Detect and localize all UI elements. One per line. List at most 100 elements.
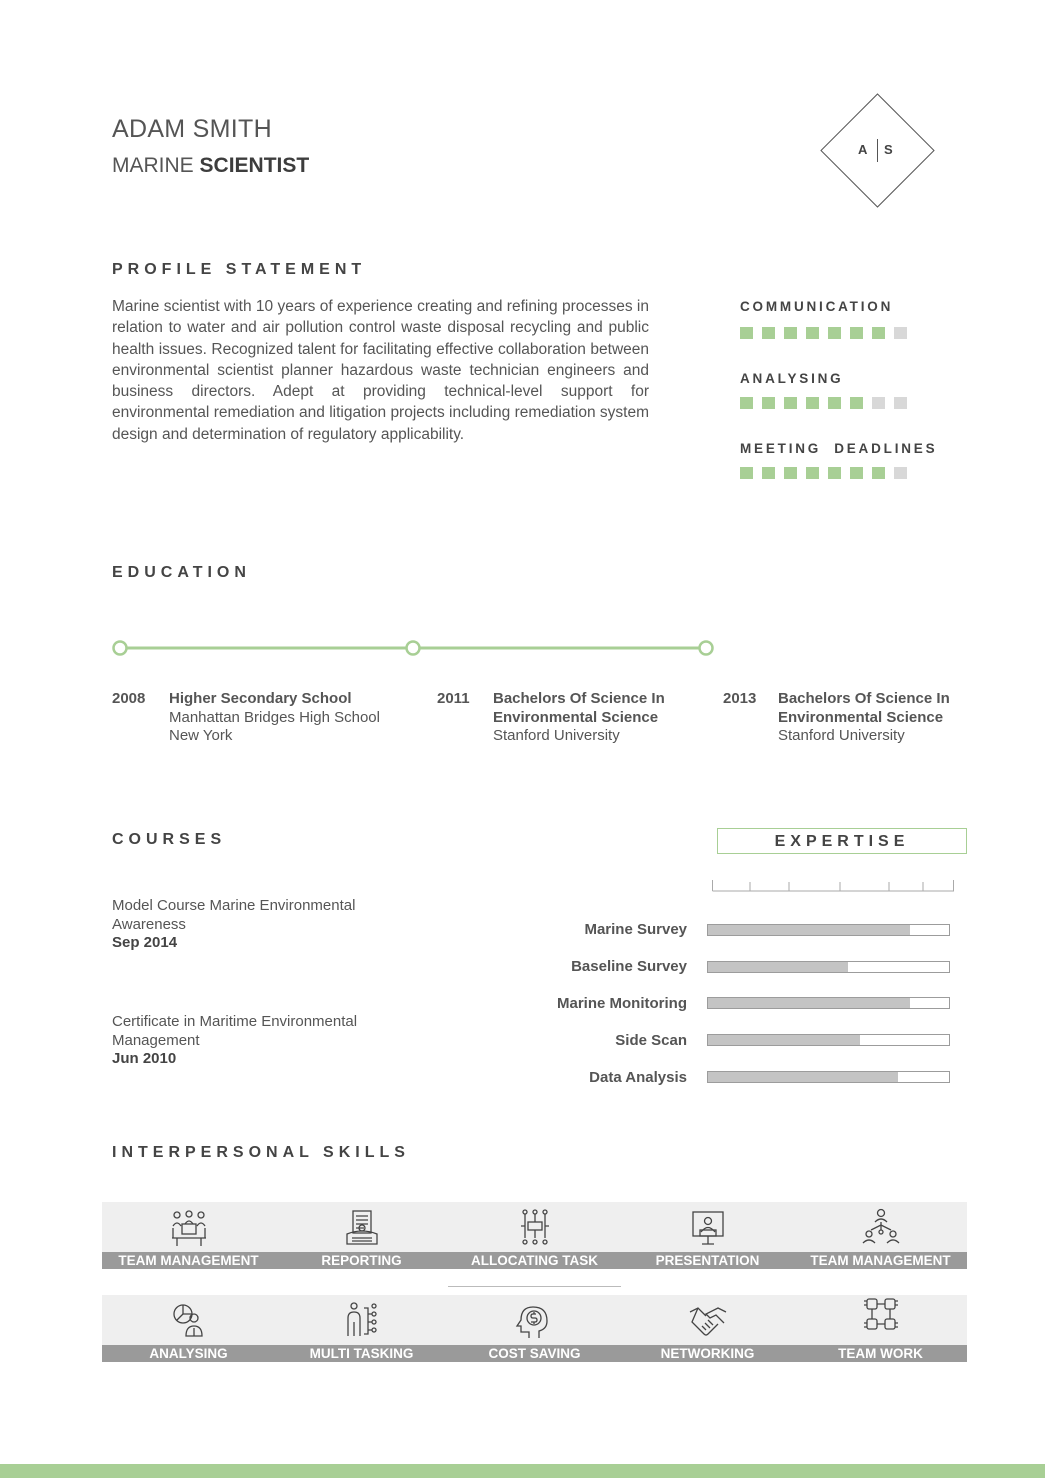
ip-label: COST SAVING — [488, 1346, 581, 1361]
expertise-bar — [707, 961, 950, 973]
edu-title: Higher Secondary School — [169, 690, 352, 707]
expertise-bar — [707, 924, 950, 936]
expertise-bar — [707, 1071, 950, 1083]
job-title-light: MARINE — [112, 154, 194, 177]
dollar-head-icon — [448, 1300, 621, 1345]
edu-year: 2013 — [723, 690, 757, 707]
timeline-node — [405, 640, 421, 656]
skill-dot-filled — [850, 467, 863, 479]
monogram-diamond: A S — [820, 93, 935, 208]
expertise-label: Marine Survey — [584, 921, 687, 938]
interpersonal-band-2: ANALYSING MULTI TASKING COST SAVING NETW… — [102, 1345, 967, 1362]
course-item: Certificate in Maritime Environmental Ma… — [112, 1013, 357, 1069]
edu-location: New York — [169, 727, 233, 744]
divider — [448, 1286, 621, 1287]
skill-meeting-deadlines: MEETING DEADLINES — [740, 441, 937, 479]
edu-school: Manhattan Bridges High School — [169, 708, 380, 726]
edu-year: 2008 — [112, 690, 146, 707]
expertise-label: Marine Monitoring — [557, 995, 687, 1012]
course-date: Sep 2014 — [112, 934, 178, 951]
skill-dot-filled — [740, 397, 753, 409]
education-timeline — [112, 640, 714, 656]
course-name-line1: Certificate in Maritime Environmental — [112, 1013, 358, 1030]
expertise-bar-fill — [708, 998, 911, 1008]
ip-label: MULTI TASKING — [309, 1346, 414, 1361]
skill-dot-filled — [872, 467, 885, 479]
skill-dot-filled — [828, 397, 841, 409]
timeline-node — [112, 640, 128, 656]
ip-label: TEAM MANAGEMENT — [118, 1253, 259, 1268]
skill-dot-empty — [894, 397, 907, 409]
expertise-bar-fill — [708, 925, 911, 935]
skill-dot-filled — [762, 467, 775, 479]
profile-section-title: PROFILE STATEMENT — [112, 261, 367, 278]
skill-dot-filled — [806, 397, 819, 409]
skill-dot-filled — [784, 327, 797, 339]
interpersonal-row-1 — [102, 1202, 967, 1252]
interpersonal-band-1: TEAM MANAGEMENT REPORTING ALLOCATING TAS… — [102, 1252, 967, 1269]
report-icon — [275, 1208, 448, 1253]
skill-dot-filled — [828, 327, 841, 339]
expertise-bar-fill — [708, 962, 848, 972]
skill-dot-filled — [806, 327, 819, 339]
job-title-bold: SCIENTIST — [199, 154, 310, 177]
profile-text: Marine scientist with 10 years of experi… — [112, 298, 649, 443]
skill-dot-empty — [894, 327, 907, 339]
skill-dot-filled — [740, 467, 753, 479]
course-name-line2: Management — [112, 1031, 200, 1049]
skill-dot-filled — [740, 327, 753, 339]
skill-name: MEETING DEADLINES — [740, 441, 938, 456]
skill-dot-filled — [872, 327, 885, 339]
footer-accent-bar — [0, 1464, 1045, 1478]
expertise-bar-fill — [708, 1035, 860, 1045]
edu-school: Stanford University — [778, 727, 905, 744]
ip-label: NETWORKING — [660, 1346, 755, 1361]
edu-entry: Bachelors Of Science In Environmental Sc… — [778, 690, 950, 746]
edu-entry: Higher Secondary School Manhattan Bridge… — [169, 690, 380, 746]
skill-dots — [740, 467, 937, 479]
skill-dots — [740, 397, 907, 409]
skill-analysing: ANALYSING — [740, 371, 907, 409]
ip-label: TEAM WORK — [838, 1346, 923, 1361]
expertise-label: Data Analysis — [589, 1069, 687, 1086]
skill-dot-empty — [894, 467, 907, 479]
interpersonal-row-2 — [102, 1295, 967, 1345]
expertise-bar — [707, 1034, 950, 1046]
courses-section-title: COURSES — [112, 831, 227, 848]
course-name-line2: Awareness — [112, 915, 186, 933]
course-date: Jun 2010 — [112, 1050, 177, 1067]
job-title: MARINE SCIENTIST — [112, 154, 309, 178]
org-chart-icon — [794, 1208, 967, 1253]
expertise-bar — [707, 997, 950, 1009]
edu-field: Environmental Science — [493, 708, 659, 726]
handshake-icon — [621, 1300, 794, 1345]
edu-field: Environmental Science — [778, 708, 944, 726]
skill-dot-filled — [850, 327, 863, 339]
expertise-label: Baseline Survey — [571, 958, 687, 975]
ip-label: REPORTING — [321, 1253, 402, 1268]
skill-dot-filled — [806, 467, 819, 479]
expertise-label: Side Scan — [615, 1032, 687, 1049]
expertise-bar-fill — [708, 1072, 899, 1082]
skill-dot-filled — [762, 327, 775, 339]
ip-label: ANALYSING — [149, 1346, 228, 1361]
course-item: Model Course Marine Environmental Awaren… — [112, 897, 355, 953]
skill-dot-filled — [784, 467, 797, 479]
edu-title: Bachelors Of Science In — [778, 690, 950, 707]
team-meeting-icon — [102, 1208, 275, 1253]
edu-entry: Bachelors Of Science In Environmental Sc… — [493, 690, 665, 746]
course-name-line1: Model Course Marine Environmental — [112, 897, 356, 914]
ip-label: PRESENTATION — [655, 1253, 760, 1268]
monogram-left-letter: A — [858, 142, 868, 157]
expertise-scale — [712, 880, 954, 892]
multitask-icon — [275, 1300, 448, 1345]
expertise-title: EXPERTISE — [717, 828, 967, 854]
monogram-right-letter: S — [884, 142, 893, 157]
skill-dots — [740, 327, 907, 339]
full-name: ADAM SMITH — [112, 115, 272, 143]
ip-label: TEAM MANAGEMENT — [810, 1253, 951, 1268]
skill-dot-filled — [762, 397, 775, 409]
edu-year: 2011 — [437, 690, 470, 707]
analysis-person-icon — [102, 1300, 275, 1345]
skill-communication: COMMUNICATION — [740, 299, 907, 339]
